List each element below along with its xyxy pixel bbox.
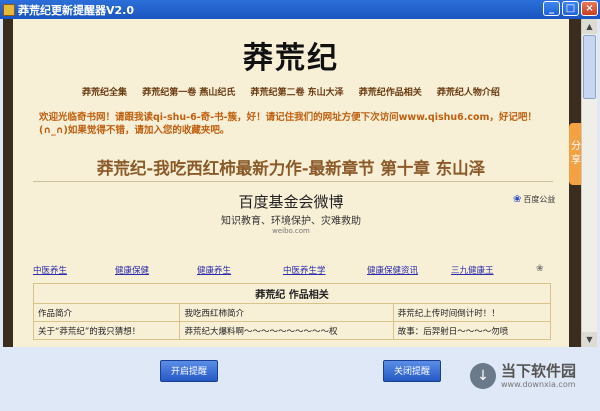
link-item[interactable]: 中医养生学: [283, 264, 326, 276]
baidu-badge-label: 百度公益: [523, 195, 556, 204]
nav-link[interactable]: 莽荒纪作品相关: [359, 88, 422, 98]
ad-subtitle: 知识教育、环境保护、灾难救助: [221, 216, 361, 227]
vertical-scrollbar[interactable]: ▲ ▼: [581, 19, 597, 347]
web-content: 莽荒纪 莽荒纪全集 莽荒纪第一卷 燕山纪氏 莽荒纪第二卷 东山大泽 莽荒纪作品相…: [13, 19, 569, 347]
link-row: 中医养生 健康保健 健康养生 中医养生学 健康保健资讯 三九健康王 ❀: [33, 264, 553, 276]
watermark-url: www.downxia.com: [501, 380, 576, 389]
scroll-thumb[interactable]: [583, 35, 596, 99]
welcome-text: 欢迎光临奇书网！请跟我读qi-shu-6-奇-书-簇，好！请记住我们的网址方便下…: [39, 112, 537, 136]
close-button[interactable]: ×: [581, 1, 598, 16]
link-item[interactable]: 中医养生: [33, 264, 67, 276]
ad-title[interactable]: 百度基金会微博: [13, 191, 569, 212]
table-row: 关于“莽荒纪”的我只猜想！ 莽荒纪大爆料啊～～～～～～～～～～权 故事：后羿射日…: [32, 321, 552, 340]
table-cell[interactable]: 关于“莽荒纪”的我只猜想！: [32, 321, 181, 340]
table-row: 作品简介 我吃西红柿简介 莽荒纪上传时间倒计时！！: [32, 303, 552, 322]
watermark: ↓ 当下软件园 www.downxia.com: [470, 363, 576, 389]
table-cell[interactable]: 我吃西红柿简介: [179, 303, 394, 322]
stop-reminder-button[interactable]: 关闭提醒: [383, 360, 441, 382]
link-item[interactable]: 健康保健资讯: [367, 264, 418, 276]
control-panel: 开启提醒 关闭提醒 ↓ 当下软件园 www.downxia.com: [0, 347, 600, 411]
start-reminder-button[interactable]: 开启提醒: [160, 360, 218, 382]
link-item[interactable]: 健康保健: [115, 264, 149, 276]
ad-url: weibo.com: [272, 227, 310, 235]
window-title: 莽荒纪更新提醒器V2.0: [18, 3, 134, 17]
nav-link[interactable]: 莽荒纪第二卷 东山大泽: [250, 88, 343, 98]
share-label: 享: [571, 155, 581, 166]
minimize-button[interactable]: _: [543, 1, 560, 16]
app-icon: [3, 3, 15, 16]
link-item[interactable]: 三九健康王: [451, 264, 494, 276]
nav-link[interactable]: 莽荒纪全集: [82, 88, 127, 98]
scroll-up-icon[interactable]: ▲: [582, 19, 597, 34]
table-cell[interactable]: 莽荒纪上传时间倒计时！！: [392, 303, 552, 322]
download-icon: ↓: [470, 363, 496, 389]
share-label: 分: [571, 141, 581, 152]
paw-icon: ❀: [536, 264, 544, 274]
related-table: 莽荒纪 作品相关 作品简介 我吃西红柿简介 莽荒纪上传时间倒计时！！ 关于“莽荒…: [32, 283, 552, 340]
paw-icon: ❀: [513, 194, 522, 205]
table-cell[interactable]: 莽荒纪大爆料啊～～～～～～～～～～权: [179, 321, 394, 340]
title-bar: 莽荒纪更新提醒器V2.0 _ □ ×: [0, 0, 600, 19]
divider: [33, 181, 553, 182]
nav-links: 莽荒纪全集 莽荒纪第一卷 燕山纪氏 莽荒纪第二卷 东山大泽 莽荒纪作品相关 莽荒…: [13, 85, 569, 98]
chapter-headline[interactable]: 莽荒纪-我吃西红柿最新力作-最新章节 第十章 东山泽: [13, 155, 569, 179]
browser-frame: 莽荒纪 莽荒纪全集 莽荒纪第一卷 燕山纪氏 莽荒纪第二卷 东山大泽 莽荒纪作品相…: [3, 19, 597, 347]
link-item[interactable]: 健康养生: [197, 264, 231, 276]
baidu-badge[interactable]: ❀ 百度公益: [513, 194, 555, 205]
nav-link[interactable]: 莽荒纪人物介绍: [437, 88, 500, 98]
table-cell[interactable]: 作品简介: [32, 303, 181, 322]
nav-link[interactable]: 莽荒纪第一卷 燕山纪氏: [142, 88, 235, 98]
scroll-down-icon[interactable]: ▼: [582, 332, 597, 347]
site-title: 莽荒纪: [243, 41, 339, 76]
maximize-button[interactable]: □: [562, 1, 579, 16]
table-cell[interactable]: 故事：后羿射日～～～～勿喷: [392, 321, 552, 340]
watermark-title: 当下软件园: [501, 362, 577, 380]
table-header: 莽荒纪 作品相关: [33, 283, 551, 304]
